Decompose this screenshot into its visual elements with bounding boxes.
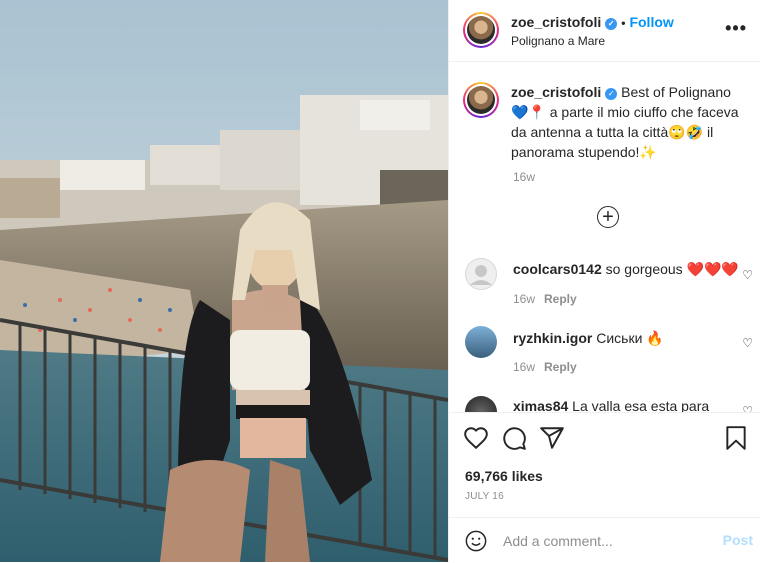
comment-text: so gorgeous ❤️❤️❤️ xyxy=(605,261,739,277)
commenter-avatar[interactable] xyxy=(465,396,497,412)
post-photo[interactable] xyxy=(0,0,448,562)
save-bookmark-icon[interactable] xyxy=(723,425,749,451)
header-user-line: zoe_cristofoli ✓ • Follow xyxy=(511,14,674,30)
like-comment-heart-icon[interactable]: ♡ xyxy=(742,336,753,350)
comment-bubble-icon[interactable] xyxy=(501,425,527,451)
author-username[interactable]: zoe_cristofoli xyxy=(511,14,601,30)
post-header: zoe_cristofoli ✓ • Follow Polignano a Mare … xyxy=(449,0,760,62)
comment-item: ximas84 La valla esa esta para xyxy=(513,398,709,412)
author-avatar[interactable] xyxy=(463,12,499,48)
add-comment-bar: Post xyxy=(449,517,760,563)
reply-button[interactable]: Reply xyxy=(544,360,577,374)
comment-item: ryzhkin.igor Сиськи 🔥 xyxy=(513,330,664,347)
post-panel: zoe_cristofoli ✓ • Follow Polignano a Mare … xyxy=(448,0,760,562)
load-more-comments-icon[interactable]: + xyxy=(597,206,619,228)
default-avatar-icon xyxy=(465,258,497,290)
follow-button[interactable]: Follow xyxy=(629,14,673,30)
reply-button[interactable]: Reply xyxy=(544,292,577,306)
like-comment-heart-icon[interactable]: ♡ xyxy=(742,404,753,412)
post-actions: 69,766 likes JULY 16 Post xyxy=(449,412,760,563)
comment-text: Сиськи 🔥 xyxy=(596,330,664,346)
comment-username[interactable]: ximas84 xyxy=(513,398,568,412)
commenter-avatar[interactable] xyxy=(465,258,497,290)
verified-badge-icon: ✓ xyxy=(605,18,618,30)
caption: zoe_cristofoli ✓ Best of Polignano💙📍 a pa… xyxy=(511,82,743,162)
post-photo-image xyxy=(0,0,448,562)
likes-count[interactable]: 69,766 likes xyxy=(465,468,543,484)
comment-time[interactable]: 16w xyxy=(513,292,535,306)
comment-time[interactable]: 16w xyxy=(513,360,535,374)
post-date[interactable]: JULY 16 xyxy=(465,491,504,502)
caption-time[interactable]: 16w xyxy=(513,170,535,184)
emoji-smiley-icon[interactable] xyxy=(465,530,487,552)
add-comment-input[interactable] xyxy=(503,530,703,552)
share-paper-plane-icon[interactable] xyxy=(539,425,565,451)
comment-text: La valla esa esta para xyxy=(572,398,710,412)
comment-item: coolcars0142 so gorgeous ❤️❤️❤️ xyxy=(513,261,739,278)
caption-username[interactable]: zoe_cristofoli xyxy=(511,84,601,100)
separator-dot: • xyxy=(621,16,626,30)
comments-section[interactable]: zoe_cristofoli ✓ Best of Polignano💙📍 a pa… xyxy=(449,62,760,412)
caption-avatar[interactable] xyxy=(463,82,499,118)
post-comment-button[interactable]: Post xyxy=(723,532,753,548)
commenter-avatar[interactable] xyxy=(465,326,497,358)
like-heart-icon[interactable] xyxy=(463,425,489,451)
more-options-icon[interactable]: ••• xyxy=(725,18,747,39)
comment-username[interactable]: ryzhkin.igor xyxy=(513,330,592,346)
like-comment-heart-icon[interactable]: ♡ xyxy=(742,268,753,282)
location-link[interactable]: Polignano a Mare xyxy=(511,34,605,48)
verified-badge-icon: ✓ xyxy=(605,88,618,100)
comment-username[interactable]: coolcars0142 xyxy=(513,261,602,277)
